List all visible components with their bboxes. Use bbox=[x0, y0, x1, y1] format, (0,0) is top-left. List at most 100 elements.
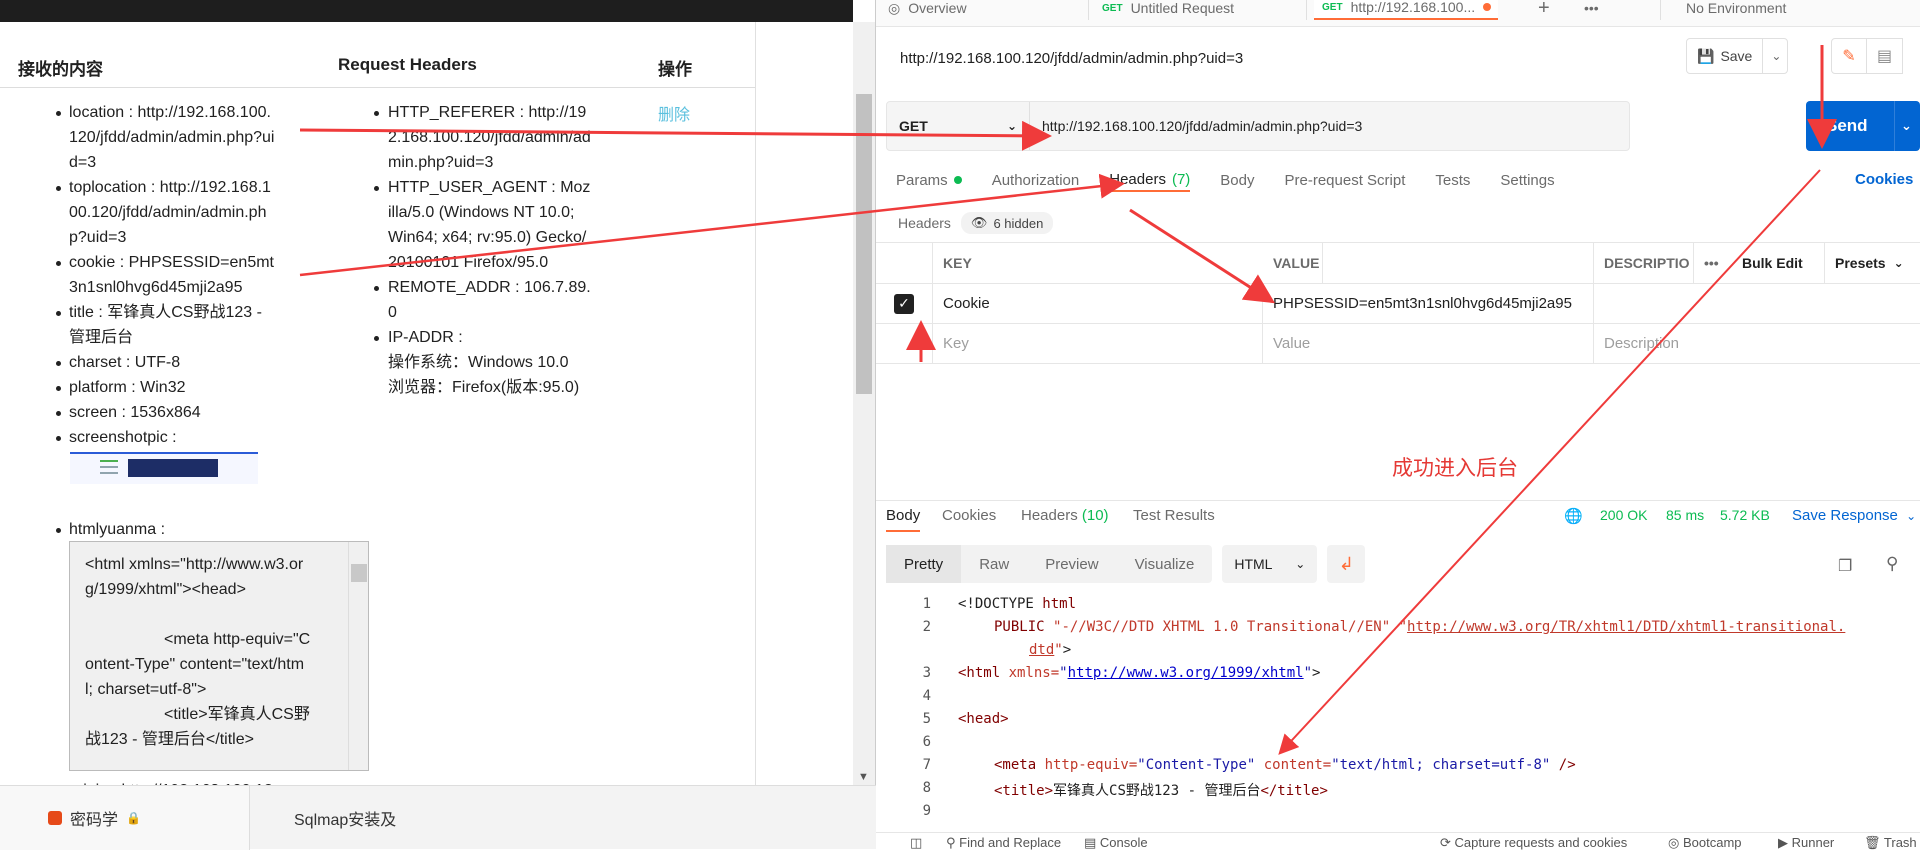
textarea-line: <meta http-equiv="C bbox=[164, 631, 311, 648]
view-visualize[interactable]: Visualize bbox=[1117, 545, 1213, 583]
view-preview[interactable]: Preview bbox=[1027, 545, 1116, 583]
tab-prerequest-script[interactable]: Pre-request Script bbox=[1285, 168, 1406, 192]
textarea-line: ontent-Type" content="text/htm bbox=[85, 656, 305, 673]
copy-icon[interactable]: ❐ bbox=[1838, 556, 1852, 576]
tab-label: Untitled Request bbox=[1130, 0, 1235, 16]
comment-icon[interactable]: ▤ bbox=[1867, 38, 1903, 74]
tab-params[interactable]: Params bbox=[896, 168, 962, 192]
taskbar-tab-sqlmap[interactable]: Sqlmap安装及 bbox=[250, 786, 400, 850]
save-dropdown-chevron-icon[interactable]: ⌄ bbox=[1763, 49, 1789, 63]
code-link[interactable]: http://www.w3.org/TR/xhtml1/DTD/xhtml1-t… bbox=[1407, 619, 1845, 635]
line-number: 2 bbox=[922, 619, 931, 635]
key-placeholder[interactable]: Key bbox=[933, 324, 1263, 363]
wrap-lines-icon[interactable]: ↲ bbox=[1327, 545, 1366, 583]
list-item: IP-ADDR : bbox=[388, 329, 463, 346]
res-tab-body[interactable]: Body bbox=[886, 507, 921, 532]
response-size[interactable]: 5.72 KB bbox=[1720, 507, 1770, 523]
header-key-cell[interactable]: Cookie bbox=[933, 284, 1263, 323]
cookies-link[interactable]: Cookies bbox=[1855, 171, 1913, 188]
bootcamp-label: Bootcamp bbox=[1682, 835, 1742, 850]
url-input[interactable]: http://192.168.100.120/jfdd/admin/admin.… bbox=[1030, 118, 1362, 134]
description-placeholder[interactable]: Description bbox=[1594, 324, 1920, 363]
list-item-cont: 操作系统：Windows 10.0 bbox=[388, 354, 569, 371]
runner-icon: ▶ bbox=[1778, 835, 1788, 850]
search-icon[interactable]: ⚲ bbox=[1886, 554, 1898, 574]
res-tab-headers[interactable]: Headers (10) bbox=[1021, 507, 1109, 524]
code-token: xmlns= bbox=[1008, 665, 1060, 681]
list-item-cont: Win64; x64; rv:95.0) Gecko/ bbox=[388, 229, 587, 246]
save-button[interactable]: 💾 Save bbox=[1687, 39, 1764, 73]
res-tab-test-results[interactable]: Test Results bbox=[1133, 507, 1215, 524]
environment-selector[interactable]: No Environment bbox=[1686, 0, 1786, 20]
thumbnail-detail bbox=[100, 466, 118, 468]
save-response-button[interactable]: Save Response ⌄ bbox=[1792, 507, 1916, 524]
method-select[interactable]: GET ⌄ bbox=[887, 102, 1030, 150]
tab-authorization[interactable]: Authorization bbox=[992, 168, 1080, 192]
list-bullet bbox=[56, 186, 61, 191]
taskbar-tab-cryptography[interactable]: 密码学 🔒 bbox=[0, 786, 250, 850]
list-item: origin : http://192.168.100.12 bbox=[69, 778, 273, 785]
list-item-cont: 00.120/jfdd/admin/admin.ph bbox=[69, 204, 267, 221]
list-item: title : 军锋真人CS野战123 - bbox=[69, 304, 262, 321]
tab-overview[interactable]: ◎ Overview bbox=[888, 0, 967, 20]
chevron-down-icon[interactable]: ▼ bbox=[858, 771, 869, 783]
hidden-headers-toggle[interactable]: 👁 6 hidden bbox=[960, 212, 1054, 234]
code-line: dtd"> bbox=[1029, 642, 1072, 658]
more-tabs-button[interactable]: ••• bbox=[1584, 0, 1599, 20]
tab-body[interactable]: Body bbox=[1220, 168, 1254, 192]
code-link[interactable]: dtd bbox=[1029, 642, 1054, 658]
code-token: "text/html; charset=utf-8" bbox=[1331, 757, 1551, 773]
taskbar-tab-label: 密码学 bbox=[70, 812, 119, 829]
header-divider bbox=[0, 87, 755, 88]
taskbar: 密码学 🔒 Sqlmap安装及 bbox=[0, 785, 876, 850]
view-raw[interactable]: Raw bbox=[961, 545, 1027, 583]
response-time[interactable]: 85 ms bbox=[1666, 507, 1704, 523]
tab-settings[interactable]: Settings bbox=[1500, 168, 1554, 192]
tab-tests[interactable]: Tests bbox=[1435, 168, 1470, 192]
header-value-cell[interactable]: PHPSESSID=en5mt3n1snl0hvg6d45mji2a95 bbox=[1263, 284, 1594, 323]
textarea-scrollbar[interactable] bbox=[348, 542, 368, 770]
tab-untitled-request[interactable]: GET Untitled Request bbox=[1102, 0, 1234, 20]
headers-count: (7) bbox=[1171, 170, 1191, 188]
send-chevron-down-icon[interactable]: ⌄ bbox=[1895, 118, 1912, 134]
postman-window: ◎ Overview GET Untitled Request GET http… bbox=[876, 0, 1920, 850]
page-scrollbar[interactable]: ▼ bbox=[853, 22, 875, 785]
checkbox-col-header bbox=[876, 243, 933, 283]
list-bullet bbox=[374, 111, 379, 116]
table-row: ✓ Cookie PHPSESSID=en5mt3n1snl0hvg6d45mj… bbox=[876, 284, 1920, 324]
bulk-edit-button[interactable]: Bulk Edit bbox=[1732, 243, 1825, 283]
code-line: <!DOCTYPE html bbox=[958, 596, 1076, 612]
value-placeholder[interactable]: Value bbox=[1263, 324, 1594, 363]
list-bullet bbox=[56, 386, 61, 391]
header-description-cell[interactable] bbox=[1594, 284, 1920, 323]
status-code[interactable]: 200 OK bbox=[1600, 507, 1647, 523]
view-pretty[interactable]: Pretty bbox=[886, 545, 962, 583]
screenshot-thumbnail[interactable] bbox=[70, 452, 258, 484]
save-button-group: 💾 Save ⌄ bbox=[1686, 38, 1788, 74]
presets-button[interactable]: Presets ⌄ bbox=[1825, 243, 1920, 283]
tab-headers[interactable]: Headers (7) bbox=[1109, 168, 1191, 192]
tab-label: Params bbox=[896, 171, 948, 189]
html-source-textarea[interactable]: <html xmlns="http://www.w3.or g/1999/xht… bbox=[69, 541, 369, 771]
code-token: 军锋真人CS野战123 - 管理后台 bbox=[1053, 783, 1261, 799]
delete-link[interactable]: 删除 bbox=[658, 101, 690, 125]
scrollbar-thumb[interactable] bbox=[856, 94, 872, 394]
table-row-empty: Key Value Description bbox=[876, 324, 1920, 364]
new-tab-button[interactable]: + bbox=[1538, 0, 1550, 20]
textarea-scrollbar-thumb[interactable] bbox=[351, 564, 367, 582]
tab-active-request[interactable]: GET http://192.168.100... bbox=[1314, 0, 1498, 20]
globe-icon[interactable]: 🌐 bbox=[1564, 507, 1583, 525]
code-token: <html bbox=[958, 665, 1009, 681]
send-button[interactable]: Send ⌄ bbox=[1806, 101, 1920, 151]
res-tab-cookies[interactable]: Cookies bbox=[942, 507, 996, 524]
edit-icon[interactable]: ✎ bbox=[1831, 38, 1867, 74]
request-title[interactable]: http://192.168.100.120/jfdd/admin/admin.… bbox=[900, 50, 1243, 67]
list-item: charset : UTF-8 bbox=[69, 354, 181, 371]
row-checkbox[interactable]: ✓ bbox=[876, 284, 933, 323]
format-select[interactable]: HTML ⌄ bbox=[1222, 545, 1318, 583]
code-link[interactable]: http://www.w3.org/1999/xhtml bbox=[1068, 665, 1304, 681]
textarea-line: g/1999/xhtml"><head> bbox=[85, 581, 246, 598]
thumbnail-detail bbox=[100, 472, 118, 474]
code-token: <meta bbox=[994, 757, 1045, 773]
more-options-icon[interactable]: ••• bbox=[1694, 243, 1732, 283]
